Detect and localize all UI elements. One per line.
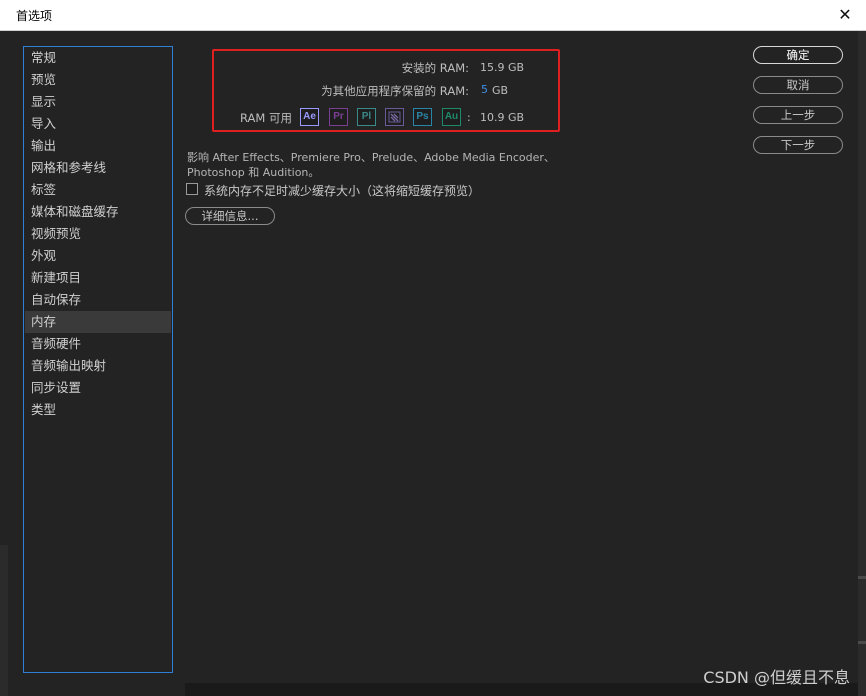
reserved-ram-input[interactable]: 5 (481, 83, 488, 96)
sidebar-item-output[interactable]: 输出 (25, 135, 171, 157)
cancel-button[interactable]: 取消 (753, 76, 843, 94)
window-title: 首选项 (16, 9, 53, 23)
prelude-icon: Pl (357, 108, 376, 126)
sidebar-item-import[interactable]: 导入 (25, 113, 171, 135)
audition-icon: Au (442, 108, 461, 126)
media-encoder-icon (385, 108, 404, 126)
reserved-ram-label: 为其他应用程序保留的 RAM: (321, 84, 469, 98)
sidebar-item-general[interactable]: 常规 (25, 47, 171, 69)
sidebar-item-auto-save[interactable]: 自动保存 (25, 289, 171, 311)
sidebar-item-labels[interactable]: 标签 (25, 179, 171, 201)
close-icon[interactable]: ✕ (834, 4, 856, 26)
sidebar-item-video-preview[interactable]: 视频预览 (25, 223, 171, 245)
reserved-ram-unit: GB (492, 84, 509, 97)
watermark-text: CSDN @但缓且不息 (703, 668, 850, 687)
sidebar-item-previews[interactable]: 预览 (25, 69, 171, 91)
premiere-pro-icon: Pr (329, 108, 348, 126)
ram-available-value: 10.9 GB (480, 111, 525, 124)
edge-divider (858, 576, 866, 579)
photoshop-icon: Ps (413, 108, 432, 126)
window-edge (0, 545, 8, 696)
sidebar-item-type[interactable]: 类型 (25, 399, 171, 421)
sidebar-item-audio-hardware[interactable]: 音频硬件 (25, 333, 171, 355)
reduce-cache-label: 系统内存不足时减少缓存大小（这将缩短缓存预览） (204, 184, 481, 198)
sidebar-item-audio-output-mapping[interactable]: 音频输出映射 (25, 355, 171, 377)
sidebar-item-new-project[interactable]: 新建项目 (25, 267, 171, 289)
installed-ram-label: 安装的 RAM: (401, 61, 469, 75)
details-button[interactable]: 详细信息... (185, 207, 275, 225)
next-button[interactable]: 下一步 (753, 136, 843, 154)
installed-ram-value: 15.9 GB (480, 61, 525, 74)
previous-button[interactable]: 上一步 (753, 106, 843, 124)
sidebar-item-display[interactable]: 显示 (25, 91, 171, 113)
ram-available-colon: : (467, 111, 471, 124)
sidebar-item-sync-settings[interactable]: 同步设置 (25, 377, 171, 399)
affected-apps-text-line1: 影响 After Effects、Premiere Pro、Prelude、Ad… (187, 151, 555, 164)
reduce-cache-checkbox[interactable] (186, 183, 198, 195)
window-edge (858, 31, 866, 696)
sidebar-item-memory[interactable]: 内存 (25, 311, 171, 333)
edge-divider (858, 641, 866, 644)
ok-button[interactable]: 确定 (753, 46, 843, 64)
sidebar-item-appearance[interactable]: 外观 (25, 245, 171, 267)
after-effects-icon: Ae (300, 108, 319, 126)
sidebar-item-media-cache[interactable]: 媒体和磁盘缓存 (25, 201, 171, 223)
affected-apps-text-line2: Photoshop 和 Audition。 (187, 166, 320, 179)
preferences-category-list[interactable]: 常规 预览 显示 导入 输出 网格和参考线 标签 媒体和磁盘缓存 视频预览 外观… (23, 46, 173, 673)
title-bar: 首选项 ✕ (0, 0, 866, 31)
ram-available-label: RAM 可用 (240, 111, 292, 125)
sidebar-item-grids-guides[interactable]: 网格和参考线 (25, 157, 171, 179)
